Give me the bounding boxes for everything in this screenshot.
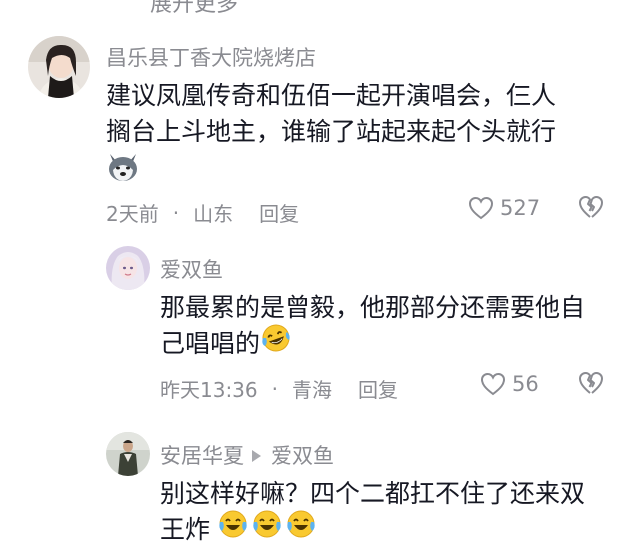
comment-location: 山东 [193, 202, 234, 226]
like-count: 527 [500, 196, 541, 220]
separator-dot: · [271, 376, 278, 401]
avatar[interactable] [28, 36, 90, 98]
dislike-button[interactable] [578, 370, 604, 400]
crying-laughing-emoji [218, 508, 318, 550]
reply-arrow-icon [252, 450, 261, 462]
comment-time: 2天前 [106, 202, 159, 226]
avatar[interactable] [106, 432, 150, 476]
username[interactable]: 爱双鱼 [160, 254, 223, 284]
broken-heart-icon [579, 196, 603, 218]
comment-text: 别这样好嘛？四个二都扛不住了还来双 王炸 [160, 476, 620, 550]
comment-meta: 2天前 · 山东 回复 [106, 198, 299, 227]
like-count: 56 [512, 372, 539, 396]
expand-more-link[interactable]: 展开更多 [150, 0, 238, 18]
laughing-tears-emoji [260, 322, 292, 364]
reply-button[interactable]: 回复 [259, 198, 299, 227]
avatar[interactable] [106, 246, 150, 290]
like-button[interactable]: 527 [468, 196, 540, 220]
like-button[interactable]: 56 [480, 372, 539, 396]
heart-icon [468, 196, 494, 220]
username: 安居华夏 爱双鱼 [160, 440, 334, 470]
reply-button[interactable]: 回复 [358, 374, 398, 403]
separator-dot: · [172, 200, 180, 225]
heart-icon [480, 372, 506, 396]
comment-time: 昨天13:36 [160, 378, 258, 402]
dislike-button[interactable] [578, 194, 604, 224]
comment-location: 青海 [292, 378, 332, 402]
comment-text: 那最累的是曾毅，他那部分还需要他自 己唱唱的 [160, 290, 620, 364]
comment-meta: 昨天13:36 · 青海 回复 [160, 374, 398, 403]
husky-emoji [106, 150, 140, 194]
comment-text: 建议凤凰传奇和伍佰一起开演唱会，仨人 搁台上斗地主，谁输了站起来起个头就行 [106, 78, 616, 194]
reply-author[interactable]: 安居华夏 [160, 444, 244, 468]
reply-target[interactable]: 爱双鱼 [271, 444, 334, 468]
username[interactable]: 昌乐县丁香大院烧烤店 [106, 42, 316, 72]
broken-heart-icon [579, 372, 603, 394]
